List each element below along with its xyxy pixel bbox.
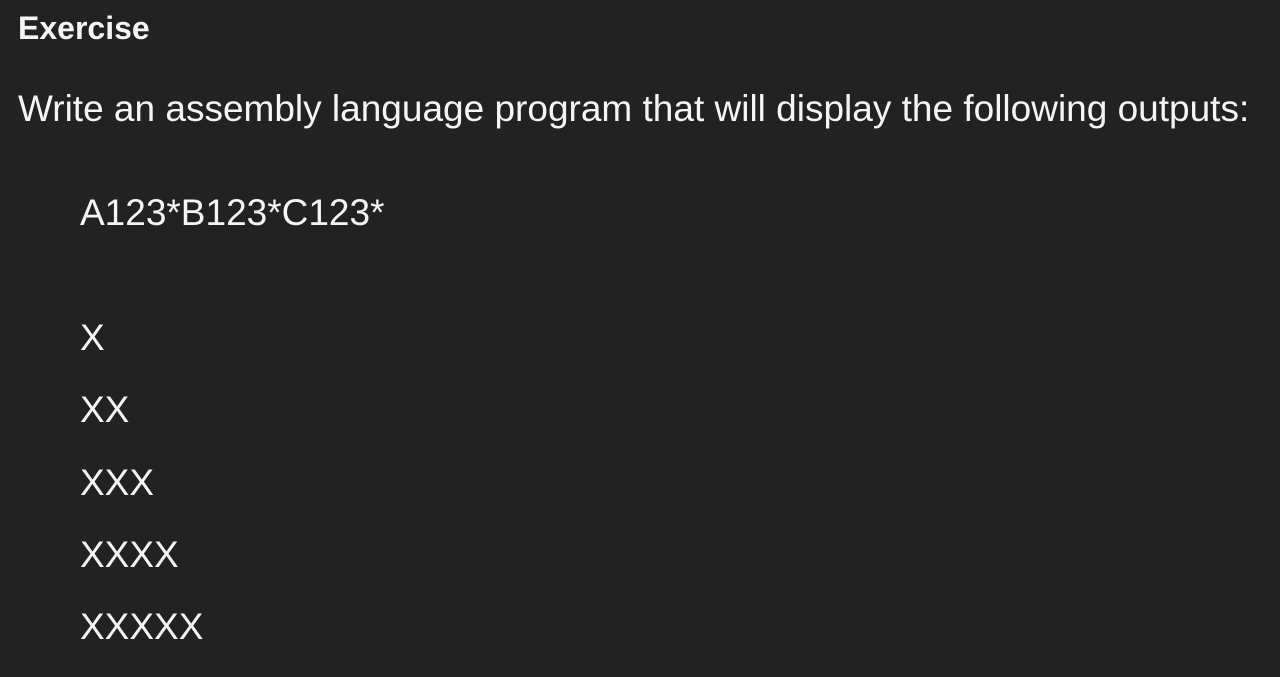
exercise-instruction: Write an assembly language program that … bbox=[18, 87, 1262, 131]
output-line-1: A123*B123*C123* bbox=[80, 191, 1262, 235]
output-line-4: XXX bbox=[80, 461, 1262, 505]
output-line-3: XX bbox=[80, 388, 1262, 432]
exercise-title: Exercise bbox=[18, 10, 1262, 47]
exercise-container: Exercise Write an assembly language prog… bbox=[0, 0, 1280, 677]
output-line-2: X bbox=[80, 316, 1262, 360]
output-block: A123*B123*C123* X XX XXX XXXX XXXXX bbox=[18, 191, 1262, 649]
output-line-6: XXXXX bbox=[80, 605, 1262, 649]
output-line-5: XXXX bbox=[80, 533, 1262, 577]
